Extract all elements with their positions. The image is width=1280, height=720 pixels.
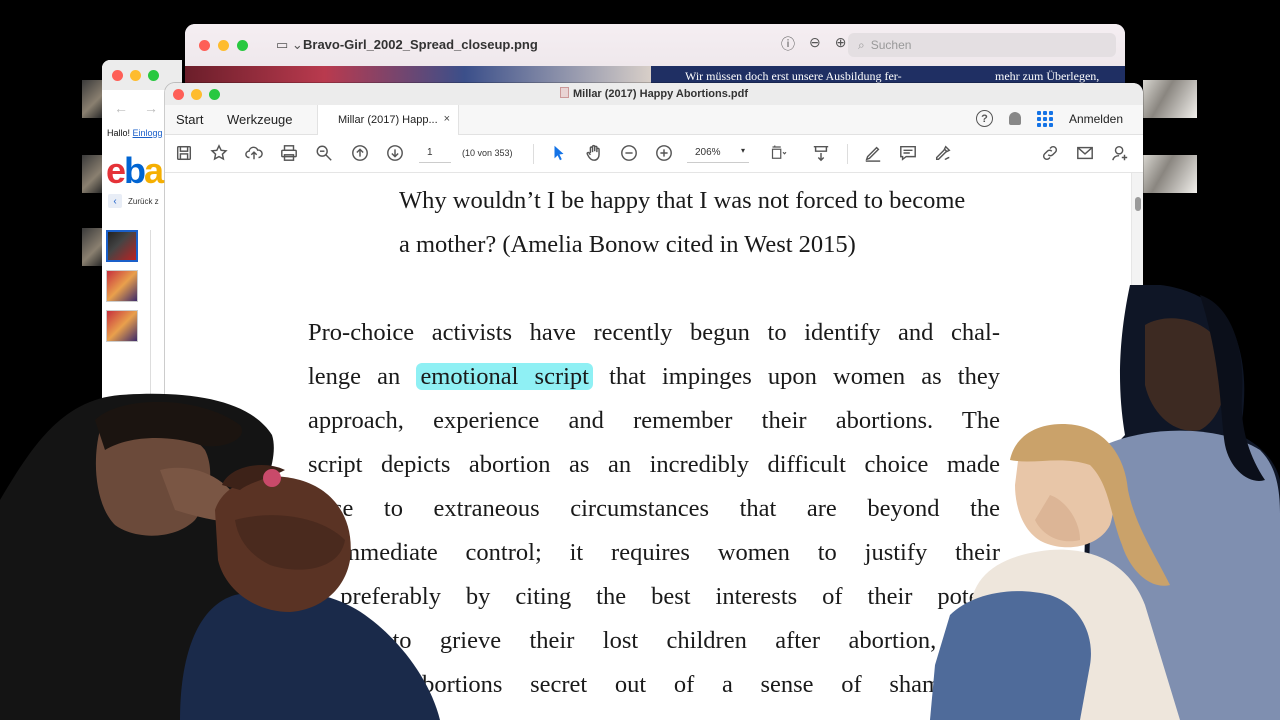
page-number-input[interactable]: 1 bbox=[419, 145, 451, 163]
product-thumbnail[interactable] bbox=[106, 270, 138, 302]
block-quote: Why wouldn’t I be happy that I was not f… bbox=[399, 179, 1009, 267]
highlighted-text[interactable]: emotional script bbox=[416, 363, 593, 390]
tab-tools[interactable]: Werkzeuge bbox=[227, 112, 293, 127]
close-tab-icon[interactable]: × bbox=[444, 113, 450, 125]
ebay-greeting: Hallo! Einlogg bbox=[107, 128, 163, 138]
bell-icon[interactable] bbox=[1008, 112, 1021, 125]
highlight-pen-icon[interactable] bbox=[863, 143, 883, 163]
background-thumbnail bbox=[82, 228, 102, 266]
back-link-label: Zurück z bbox=[128, 196, 159, 206]
tab-start[interactable]: Start bbox=[176, 112, 203, 127]
product-thumbnail[interactable] bbox=[106, 230, 138, 262]
magazine-text-left: Wir müssen doch erst unsere Ausbildung f… bbox=[685, 69, 902, 83]
minimize-window-button[interactable] bbox=[130, 69, 141, 81]
pdf-tab-bar: Start Werkzeuge Millar (2017) Happ... × … bbox=[165, 105, 1143, 136]
ebay-logo[interactable]: eba bbox=[106, 150, 164, 192]
pdf-title-text: Millar (2017) Happy Abortions.pdf bbox=[572, 88, 748, 100]
background-thumbnail bbox=[1143, 80, 1197, 118]
help-icon[interactable]: ? bbox=[975, 110, 993, 127]
scrollbar-thumb[interactable] bbox=[1135, 197, 1141, 211]
fit-page-icon[interactable] bbox=[767, 143, 793, 163]
link-share-icon[interactable] bbox=[1040, 143, 1060, 163]
background-thumbnail bbox=[1143, 155, 1197, 193]
login-link[interactable]: Einlogg bbox=[133, 128, 163, 138]
logo-letter: b bbox=[124, 150, 146, 191]
sidebar-toggle-icon[interactable]: ▭ ⌄ bbox=[276, 37, 303, 53]
close-window-button[interactable] bbox=[199, 39, 210, 51]
upload-cloud-icon[interactable] bbox=[244, 143, 264, 163]
background-thumbnail bbox=[82, 155, 102, 193]
person-cutout-left bbox=[0, 393, 440, 720]
search-field[interactable]: ⌕ Suchen bbox=[848, 33, 1116, 57]
page-count-label: (10 von 353) bbox=[462, 148, 513, 158]
toolbar-divider bbox=[847, 144, 848, 164]
zoom-in-icon[interactable] bbox=[654, 143, 674, 163]
add-user-icon[interactable] bbox=[1110, 143, 1130, 163]
sign-in-button[interactable]: Anmelden bbox=[1069, 112, 1123, 126]
comment-icon[interactable] bbox=[898, 143, 918, 163]
forward-arrow-icon[interactable]: → bbox=[144, 100, 158, 116]
email-icon[interactable] bbox=[1075, 143, 1095, 163]
pdf-file-icon bbox=[559, 87, 569, 98]
search-icon: ⌕ bbox=[858, 37, 865, 52]
tab-document-label: Millar (2017) Happ... bbox=[338, 114, 438, 126]
minimize-window-button[interactable] bbox=[218, 39, 229, 51]
zoom-out-icon[interactable]: ⊖ bbox=[809, 34, 821, 54]
image-file-title: Bravo-Girl_2002_Spread_closeup.png bbox=[303, 37, 538, 52]
background-thumbnail bbox=[82, 80, 102, 118]
next-page-icon[interactable] bbox=[385, 143, 405, 163]
zoom-window-button[interactable] bbox=[237, 39, 248, 51]
previous-page-icon[interactable] bbox=[350, 143, 370, 163]
person-cutout-right bbox=[930, 285, 1280, 720]
back-arrow-icon[interactable]: ← bbox=[114, 100, 128, 116]
close-window-button[interactable] bbox=[112, 69, 123, 81]
chevron-down-icon: ▾ bbox=[740, 146, 745, 155]
toolbar-divider bbox=[533, 144, 534, 164]
back-to-results-link[interactable]: ‹ Zurück z bbox=[108, 194, 159, 208]
zoom-window-button[interactable] bbox=[148, 69, 159, 81]
image-viewer-titlebar: ▭ ⌄ Bravo-Girl_2002_Spread_closeup.png ⓘ… bbox=[185, 24, 1125, 66]
account-area: ? Anmelden bbox=[975, 110, 1123, 127]
zoom-level-select[interactable]: 206% ▾ bbox=[687, 145, 749, 163]
product-thumbnail[interactable] bbox=[106, 310, 138, 342]
hand-tool-icon[interactable] bbox=[584, 143, 604, 163]
apps-grid-icon[interactable] bbox=[1036, 110, 1053, 127]
tab-document[interactable]: Millar (2017) Happ... × bbox=[317, 105, 459, 136]
greeting-text: Hallo! bbox=[107, 128, 131, 138]
select-cursor-icon[interactable] bbox=[549, 143, 569, 163]
sign-icon[interactable] bbox=[933, 143, 953, 163]
print-icon[interactable] bbox=[279, 143, 299, 163]
logo-letter: a bbox=[144, 150, 164, 191]
browser-nav: ← → bbox=[114, 100, 158, 116]
search-placeholder: Suchen bbox=[870, 38, 912, 52]
pdf-window-title: Millar (2017) Happy Abortions.pdf bbox=[165, 87, 1143, 100]
info-icon[interactable]: ⓘ bbox=[781, 34, 795, 54]
pdf-window-titlebar: Millar (2017) Happy Abortions.pdf bbox=[165, 83, 1143, 105]
find-icon[interactable] bbox=[314, 143, 334, 163]
star-icon[interactable] bbox=[209, 143, 229, 163]
zoom-level-value: 206% bbox=[695, 147, 721, 158]
scroll-mode-icon[interactable] bbox=[811, 143, 831, 163]
pdf-toolbar: 1 (10 von 353) 206% ▾ bbox=[165, 135, 1143, 173]
chevron-left-icon: ‹ bbox=[108, 194, 122, 208]
zoom-in-icon[interactable]: ⊕ bbox=[835, 34, 847, 54]
quote-line: Why wouldn’t I be happy that I was not f… bbox=[399, 187, 966, 214]
paragraph-line: Pro-choice activists have recently begun… bbox=[308, 319, 1000, 346]
save-icon[interactable] bbox=[174, 143, 194, 163]
logo-letter: e bbox=[106, 150, 126, 191]
zoom-out-icon[interactable] bbox=[619, 143, 639, 163]
line-text: lenge an bbox=[308, 363, 401, 390]
quote-line: a mother? (Amelia Bonow cited in West 20… bbox=[399, 231, 856, 258]
magazine-text-right: mehr zum Überlegen, bbox=[995, 69, 1100, 83]
